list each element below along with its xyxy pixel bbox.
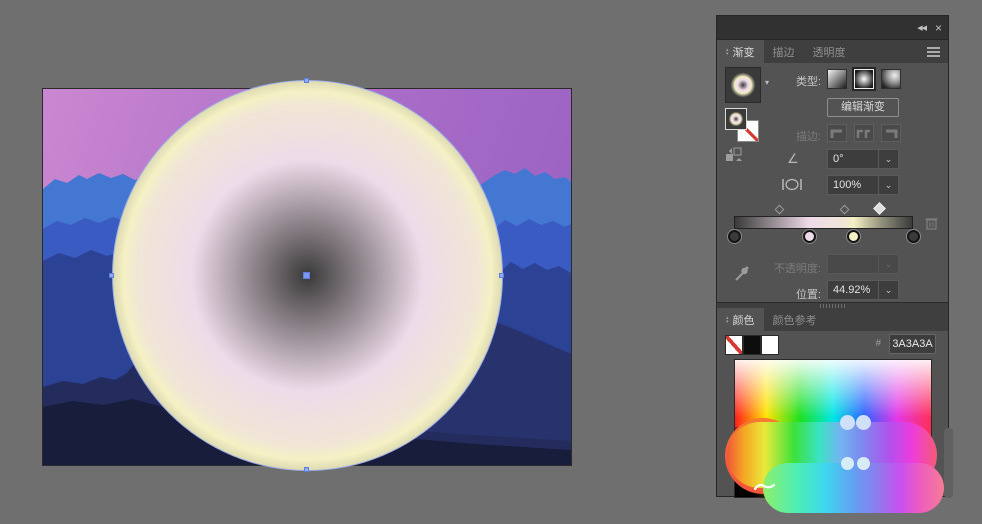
tab-label: 描边 [772,46,795,59]
anchor-left[interactable] [109,273,114,278]
opacity-label: 不透明度: [773,263,821,275]
scrollbar-thumb[interactable] [944,428,953,498]
gradient-stop[interactable] [847,230,861,243]
panel-dock: ◀◀ × ▴ ▾ 渐变 描边 透明度 ▾ 类型: 编辑渐变 描边: ∠ 0° ⌄… [716,15,953,513]
tab-label: 渐变 [732,46,755,59]
gradient-stop[interactable] [906,230,920,243]
fill-proxy-swatch[interactable] [725,108,747,130]
hex-value-field[interactable]: 3A3A3A [889,334,936,354]
tab-color-guide[interactable]: 颜色参考 [764,308,826,331]
linear-gradient-type-button[interactable] [827,69,847,89]
eyedropper-icon [735,266,749,281]
tab-gradient[interactable]: ▴ ▾ 渐变 [717,40,764,63]
stroke-label: 描边: [795,131,821,143]
spectrum-glitch-bump [841,457,854,470]
chevron-down-icon[interactable]: ⌄ [878,255,898,273]
dock-titlebar: ◀◀ × [717,16,948,40]
angle-combo[interactable]: 0° ⌄ [827,149,899,169]
gradient-stop[interactable] [802,230,816,243]
spectrum-glitch-bump [856,415,871,430]
gradient-slider-bar[interactable] [734,216,913,229]
opacity-combo[interactable]: ⌄ [827,254,899,274]
tab-label: 颜色参考 [772,314,817,327]
anchor-top[interactable] [304,78,309,83]
gradient-swatch-thumbnail[interactable] [725,67,761,103]
gradient-panel-tabbar: ▴ ▾ 渐变 描边 透明度 [717,40,948,63]
spectrum-squiggle [753,483,776,491]
anchor-right[interactable] [499,273,504,278]
close-icon[interactable]: × [935,22,942,34]
white-swatch[interactable] [761,335,779,355]
gradient-stop[interactable] [727,230,741,243]
aspect-ratio-icon [782,178,802,191]
gradient-midpoint[interactable] [839,204,850,215]
none-swatch[interactable] [725,335,743,355]
tab-label: 透明度 [812,46,846,59]
spectrum-glitch-blob [763,463,944,513]
radial-gradient-type-button[interactable] [852,67,876,91]
chevron-down-icon[interactable]: ⌄ [878,150,898,168]
opacity-value[interactable] [828,255,878,273]
anchor-center[interactable] [303,272,310,279]
color-panel-tabbar: ▴ ▾ 颜色 颜色参考 [717,308,948,331]
stroke-gradient-within-button[interactable] [827,124,847,142]
position-label: 位置: [795,289,821,301]
quick-swatches [725,335,779,355]
black-swatch[interactable] [743,335,761,355]
position-value[interactable]: 44.92% [828,281,878,299]
spectrum-glitch-bump [857,457,870,470]
reverse-gradient-icon[interactable] [725,146,743,163]
edit-gradient-button[interactable]: 编辑渐变 [827,98,899,117]
freeform-gradient-type-button[interactable] [881,69,901,89]
tab-label: 颜色 [732,314,755,327]
position-combo[interactable]: 44.92% ⌄ [827,280,899,300]
tab-stroke[interactable]: 描边 [764,40,804,63]
tab-color[interactable]: ▴ ▾ 颜色 [717,308,764,331]
gradient-midpoint[interactable] [873,202,886,215]
spectrum-glitch-bump [840,415,855,430]
chevron-down-icon[interactable]: ⌄ [878,176,898,194]
aspect-ratio-combo[interactable]: 100% ⌄ [827,175,899,195]
anchor-bottom[interactable] [304,467,309,472]
gradient-midpoint[interactable] [774,204,785,215]
angle-icon: ∠ [787,151,799,166]
angle-value[interactable]: 0° [828,150,878,168]
tab-transparency[interactable]: 透明度 [804,40,855,63]
collapse-to-icons-icon[interactable]: ◀◀ [917,24,927,32]
stroke-gradient-across-button[interactable] [881,124,901,142]
delete-stop-trash-icon[interactable] [924,215,939,231]
aspect-ratio-value[interactable]: 100% [828,176,878,194]
hex-prefix-label: # [875,338,881,349]
chevron-down-icon[interactable]: ⌄ [878,281,898,299]
illustrator-workspace: ◀◀ × ▴ ▾ 渐变 描边 透明度 ▾ 类型: 编辑渐变 描边: ∠ 0° ⌄… [0,0,982,524]
panel-menu-icon[interactable] [927,51,940,53]
stroke-gradient-along-button[interactable] [854,124,874,142]
panel-collapse-icon: ▴ ▾ [726,314,729,325]
panel-collapse-icon: ▴ ▾ [726,46,729,57]
type-label: 类型: [795,76,821,88]
